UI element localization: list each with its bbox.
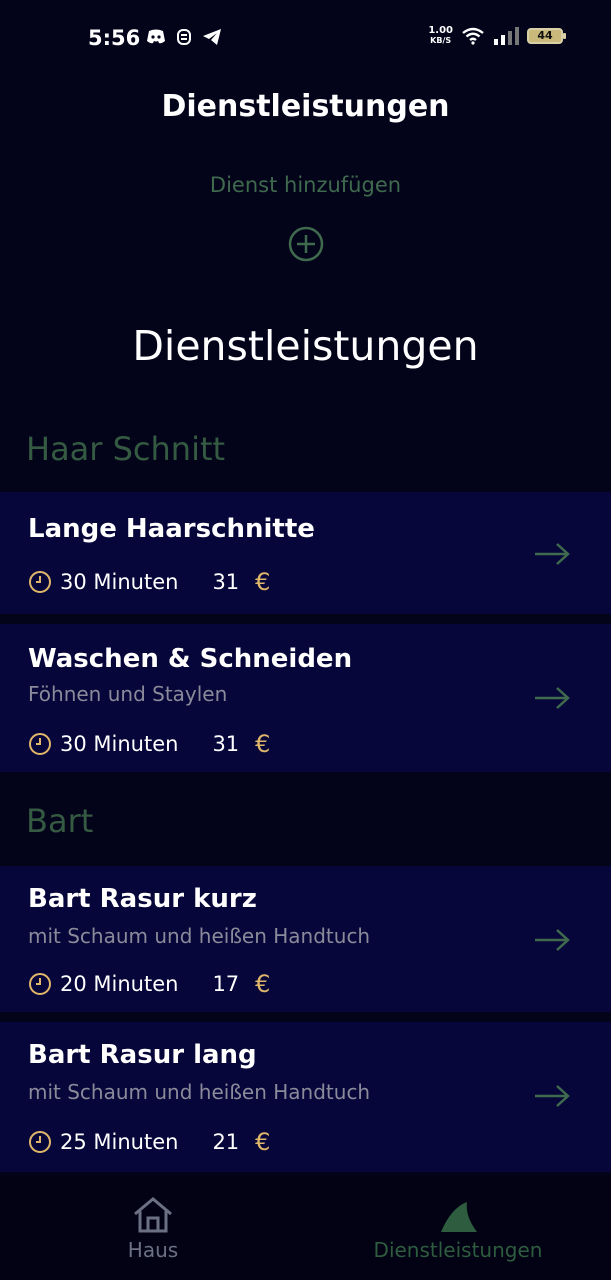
euro-icon: € [255, 730, 271, 758]
service-subtitle: mit Schaum und heißen Handtuch [28, 1080, 371, 1104]
nav-label-home: Haus [127, 1238, 179, 1262]
bottom-nav: Haus Dienstleistungen [0, 1176, 611, 1280]
service-meta: 25 Minuten 21 € [28, 1128, 270, 1156]
app-icon [177, 29, 191, 45]
service-duration: 30 Minuten [60, 570, 179, 594]
status-bar: 5:56 1.00 KB/S 44 [0, 0, 611, 78]
clock-icon [29, 973, 51, 995]
speed-unit: KB/S [430, 36, 452, 45]
telegram-icon [203, 29, 221, 45]
euro-icon: € [255, 568, 271, 596]
wifi-icon [462, 27, 484, 45]
arrow-right-icon[interactable] [533, 686, 571, 710]
arrow-right-icon[interactable] [533, 1084, 571, 1108]
service-price: 31 [212, 570, 240, 594]
service-card[interactable]: Bart Rasur kurz mit Schaum und heißen Ha… [0, 866, 611, 1012]
nav-item-home[interactable]: Haus [103, 1196, 203, 1262]
euro-icon: € [255, 970, 271, 998]
service-meta: 30 Minuten 31 € [28, 730, 270, 758]
speed-value: 1.00 [428, 25, 453, 36]
clock-icon [29, 1131, 51, 1153]
service-subtitle: Föhnen und Staylen [28, 682, 228, 706]
home-icon [134, 1197, 172, 1233]
service-meta: 20 Minuten 17 € [28, 970, 270, 998]
service-title: Lange Haarschnitte [28, 514, 315, 544]
service-duration: 30 Minuten [60, 732, 179, 756]
service-title: Bart Rasur lang [28, 1040, 257, 1070]
service-subtitle: mit Schaum und heißen Handtuch [28, 924, 371, 948]
clock-icon [29, 733, 51, 755]
service-price: 17 [212, 972, 240, 996]
nav-label-services: Dienstleistungen [373, 1238, 543, 1262]
service-card[interactable]: Waschen & Schneiden Föhnen und Staylen 3… [0, 624, 611, 772]
service-price: 21 [212, 1130, 240, 1154]
add-service-link[interactable]: Dienst hinzufügen [0, 173, 611, 197]
system-icons: 1.00 KB/S 44 [428, 26, 566, 46]
nav-item-services[interactable]: Dienstleistungen [356, 1200, 560, 1262]
service-duration: 25 Minuten [60, 1130, 179, 1154]
network-speed: 1.00 KB/S [428, 26, 453, 46]
euro-icon: € [255, 1128, 271, 1156]
page-title: Dienstleistungen [161, 89, 450, 124]
service-card[interactable]: Lange Haarschnitte 30 Minuten 31 € [0, 492, 611, 614]
status-time: 5:56 [88, 26, 141, 50]
service-card[interactable]: Bart Rasur lang mit Schaum und heißen Ha… [0, 1022, 611, 1172]
arrow-right-icon[interactable] [533, 928, 571, 952]
category-title-haircut: Haar Schnitt [26, 430, 226, 468]
add-circle-icon[interactable] [288, 226, 324, 262]
signal-icon [494, 27, 519, 45]
category-title-beard: Bart [26, 802, 94, 840]
clock-icon [29, 571, 51, 593]
service-title: Waschen & Schneiden [28, 644, 353, 674]
arrow-right-icon[interactable] [533, 542, 571, 566]
service-meta: 30 Minuten 31 € [28, 568, 270, 596]
service-duration: 20 Minuten [60, 972, 179, 996]
notification-icons [146, 28, 222, 46]
section-title: Dienstleistungen [132, 322, 479, 370]
discord-icon [147, 29, 165, 44]
service-price: 31 [212, 732, 240, 756]
fin-icon [441, 1202, 477, 1232]
battery-icon: 44 [527, 28, 566, 44]
service-title: Bart Rasur kurz [28, 884, 257, 914]
